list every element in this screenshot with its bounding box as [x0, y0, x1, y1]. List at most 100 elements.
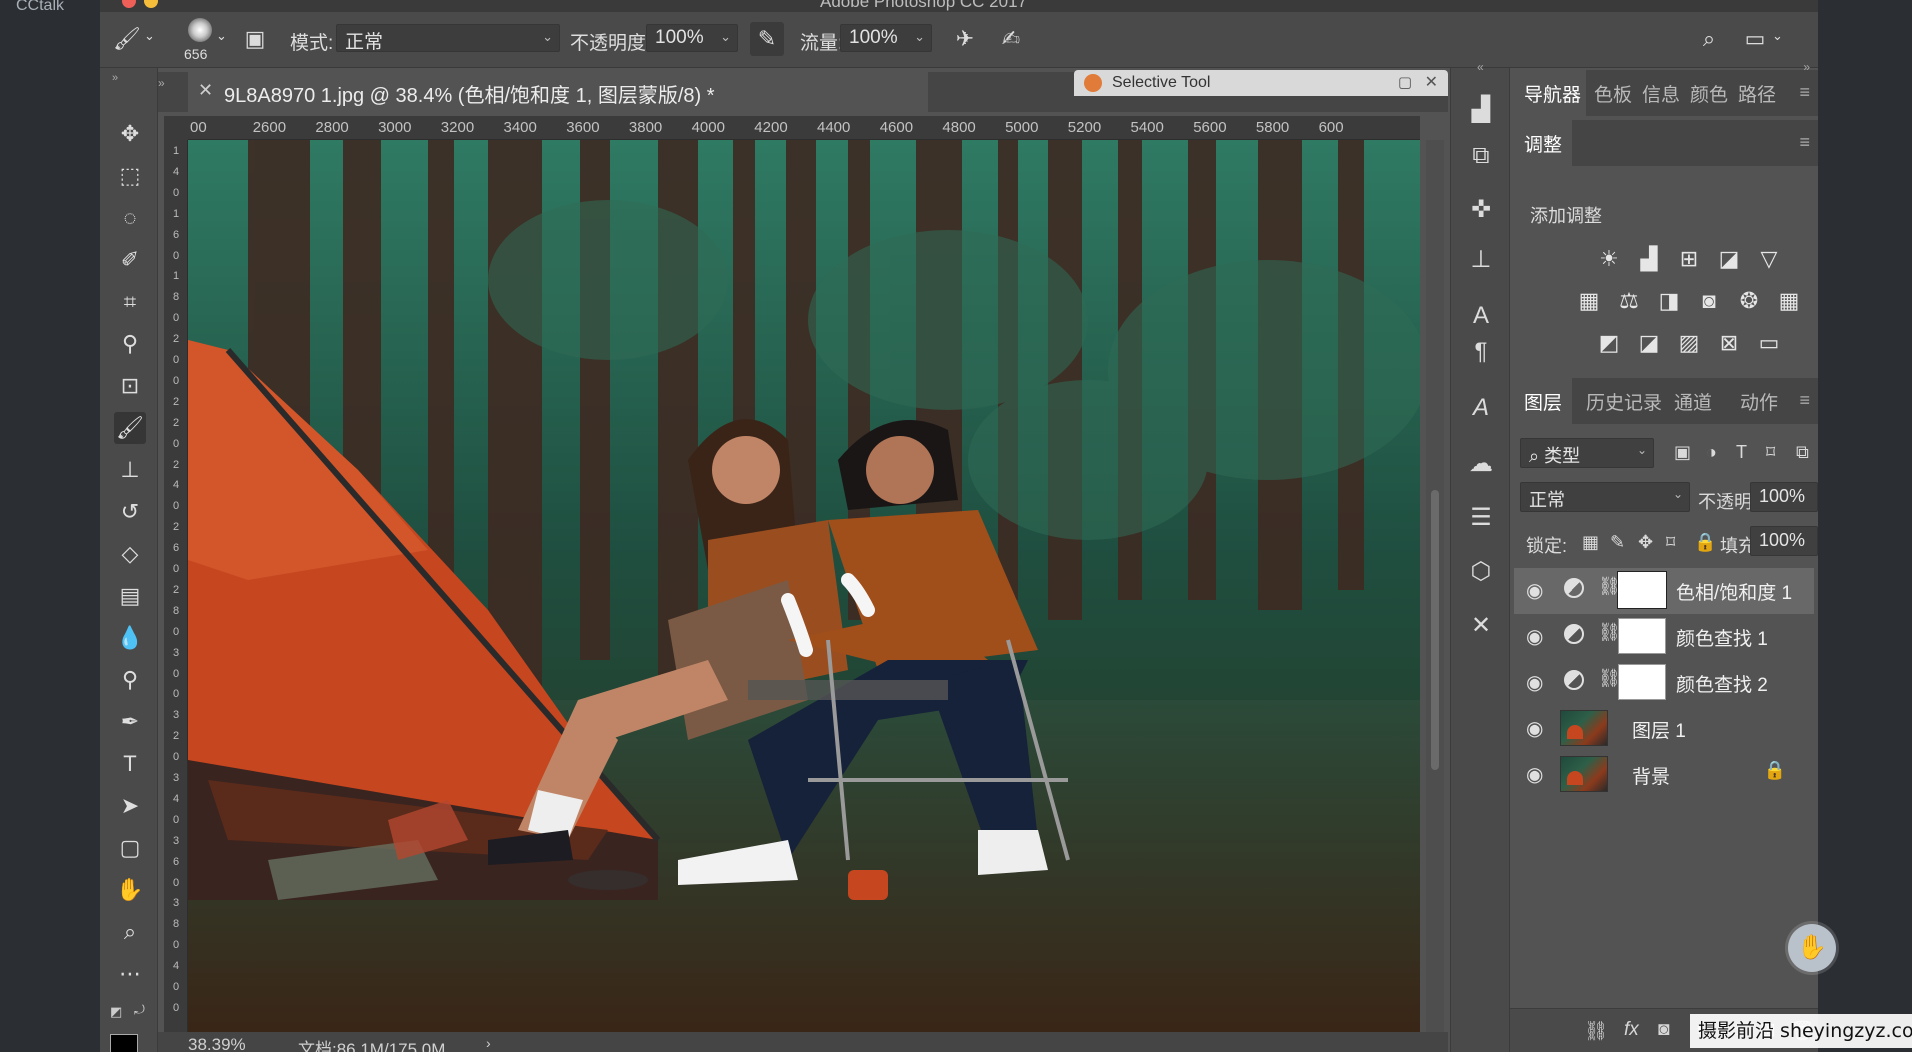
brush-preset-chevron-icon[interactable]: ⌄ [144, 28, 155, 44]
glyphs-panel-icon[interactable]: A [1463, 390, 1499, 426]
scrollbar-thumb[interactable] [1431, 490, 1439, 770]
filter-shape-icon[interactable]: ⌑ [1766, 442, 1775, 463]
gradient-map-adjust-icon[interactable]: ▭ [1754, 328, 1784, 358]
close-document-icon[interactable]: ✕ [198, 80, 213, 101]
zoom-tool-icon[interactable]: ⌕ [114, 916, 146, 948]
filter-pixel-icon[interactable]: ▣ [1674, 442, 1691, 463]
layer-mask-thumbnail[interactable] [1618, 618, 1666, 654]
hand-grab-icon[interactable]: ✋ [1788, 924, 1836, 972]
opacity-field[interactable]: 100% ⌄ [646, 24, 738, 52]
shape-tool-icon[interactable]: ▢ [114, 832, 146, 864]
panel-menu-icon[interactable]: ≡ [1799, 82, 1810, 103]
workspace-chevron-icon[interactable]: ⌄ [1772, 28, 1783, 44]
histogram-panel-icon[interactable]: ▟ [1463, 92, 1499, 128]
marquee-tool-icon[interactable]: ⬚ [114, 160, 146, 192]
brush-preset-icon[interactable]: 🖌 [110, 22, 144, 56]
stamp-tool-icon[interactable]: ⊥ [114, 454, 146, 486]
close-window-button[interactable] [122, 0, 136, 8]
lock-artboard-icon[interactable]: ⌑ [1666, 532, 1675, 553]
visibility-eye-icon[interactable]: ◉ [1526, 716, 1543, 741]
crop-tool-icon[interactable]: ⌗ [114, 286, 146, 318]
dodge-tool-icon[interactable]: ⚲ [114, 664, 146, 696]
layer-thumbnail[interactable] [1560, 756, 1608, 792]
visibility-eye-icon[interactable]: ◉ [1526, 624, 1543, 649]
tab-actions[interactable]: 动作 [1740, 388, 1778, 415]
channel-mixer-adjust-icon[interactable]: ❂ [1734, 286, 1764, 316]
layer-row[interactable]: ◉ ⛓ 颜色查找 1 [1514, 614, 1814, 660]
layer-name[interactable]: 图层 1 [1632, 716, 1686, 743]
filter-smart-object-icon[interactable]: ⧉ [1796, 442, 1809, 463]
strip-collapse-icon[interactable]: « [1477, 60, 1484, 74]
threshold-adjust-icon[interactable]: ▨ [1674, 328, 1704, 358]
panel-menu-icon[interactable]: ≡ [1799, 132, 1810, 153]
panel-close-icon[interactable]: ✕ [1425, 72, 1438, 92]
levels-adjust-icon[interactable]: ▟ [1634, 244, 1664, 274]
lock-pixels-icon[interactable]: ✎ [1610, 532, 1625, 553]
color-balance-adjust-icon[interactable]: ⚖ [1614, 286, 1644, 316]
filter-adjustment-icon[interactable]: ◑ [1706, 442, 1717, 463]
swap-colors-icon[interactable]: ⤾ [134, 1002, 145, 1018]
document-tab[interactable]: ✕ 9L8A8970 1.jpg @ 38.4% (色相/饱和度 1, 图层蒙版… [188, 72, 928, 112]
layer-thumbnail[interactable] [1560, 710, 1608, 746]
brush-settings-panel-icon[interactable]: ⧉ [1463, 138, 1499, 174]
curves-adjust-icon[interactable]: ⊞ [1674, 244, 1704, 274]
status-chevron-icon[interactable]: › [486, 1035, 491, 1051]
tools-panel-icon[interactable]: ✕ [1463, 608, 1499, 644]
quick-select-tool-icon[interactable]: ✐ [114, 244, 146, 276]
move-tool-icon[interactable]: ✥ [114, 118, 146, 150]
brushes-panel-icon[interactable]: ✜ [1463, 192, 1499, 228]
lock-transparent-icon[interactable]: ▦ [1582, 532, 1599, 553]
black-white-adjust-icon[interactable]: ◨ [1654, 286, 1684, 316]
tabbar-collapse-icon[interactable]: » [158, 76, 165, 90]
paragraph-panel-icon[interactable]: ¶ [1463, 334, 1499, 370]
filter-type-icon[interactable]: T [1736, 442, 1747, 463]
foreground-color-swatch[interactable] [110, 1034, 138, 1052]
fill-field[interactable]: 100% [1750, 526, 1818, 556]
selective-color-adjust-icon[interactable]: ⊠ [1714, 328, 1744, 358]
eyedropper-tool-icon[interactable]: ⚲ [114, 328, 146, 360]
clone-source-panel-icon[interactable]: ⊥ [1463, 242, 1499, 278]
layer-mask-thumbnail[interactable] [1617, 571, 1667, 609]
layer-filter-kind-select[interactable]: ⌕ 类型 ⌄ [1520, 438, 1654, 468]
posterize-adjust-icon[interactable]: ◪ [1634, 328, 1664, 358]
color-lookup-adjust-icon[interactable]: ▦ [1774, 286, 1804, 316]
flow-field[interactable]: 100% ⌄ [840, 24, 932, 52]
mode-select[interactable]: 正常 ⌄ [336, 24, 560, 53]
3d-panel-icon[interactable]: ⬡ [1463, 554, 1499, 590]
type-tool-icon[interactable]: T [114, 748, 146, 780]
character-panel-icon[interactable]: A [1463, 298, 1499, 334]
layer-name[interactable]: 色相/饱和度 1 [1676, 578, 1792, 605]
brush-size-chevron-icon[interactable]: ⌄ [216, 28, 227, 44]
brush-panel-icon[interactable]: ▣ [238, 22, 272, 56]
gradient-tool-icon[interactable]: ▤ [114, 580, 146, 612]
document-info[interactable]: 文档:86.1M/175.0M [298, 1035, 445, 1052]
lock-all-icon[interactable]: 🔒 [1694, 532, 1716, 553]
layer-row[interactable]: ◉ ⛓ 颜色查找 2 [1514, 660, 1814, 706]
hand-tool-icon[interactable]: ✋ [114, 874, 146, 906]
airbrush-icon[interactable]: ✈ [948, 22, 982, 56]
tab-layers[interactable]: 图层 [1524, 388, 1562, 415]
layer-style-button[interactable]: fx [1624, 1019, 1639, 1041]
frame-tool-icon[interactable]: ⊡ [114, 370, 146, 402]
visibility-eye-icon[interactable]: ◉ [1526, 578, 1543, 603]
path-select-tool-icon[interactable]: ➤ [114, 790, 146, 822]
search-icon[interactable]: ⌕ [1692, 22, 1726, 56]
tab-swatches[interactable]: 色板 [1594, 80, 1632, 107]
workspace-icon[interactable]: ▭ [1738, 22, 1772, 56]
layer-name[interactable]: 颜色查找 2 [1676, 670, 1768, 697]
invert-adjust-icon[interactable]: ◩ [1594, 328, 1624, 358]
layer-row[interactable]: ◉ ⛓ 色相/饱和度 1 [1514, 568, 1814, 614]
brightness-adjust-icon[interactable]: ☀ [1594, 244, 1624, 274]
history-brush-tool-icon[interactable]: ↺ [114, 496, 146, 528]
lasso-tool-icon[interactable]: ◌ [114, 202, 146, 234]
libraries-panel-icon[interactable]: ☁ [1463, 446, 1499, 482]
vibrance-adjust-icon[interactable]: ▽ [1754, 244, 1784, 274]
tab-paths[interactable]: 路径 [1738, 80, 1776, 107]
lock-position-icon[interactable]: ✥ [1638, 532, 1653, 553]
panel-maximize-icon[interactable]: ▢ [1398, 73, 1412, 91]
toolbox-collapse-icon[interactable]: » [112, 72, 118, 84]
layer-mask-thumbnail[interactable] [1618, 664, 1666, 700]
zoom-level[interactable]: 38.39% [188, 1035, 246, 1052]
selective-tool-panel[interactable]: Selective Tool ▢ ✕ [1074, 70, 1448, 96]
canvas-vertical-scrollbar[interactable] [1426, 140, 1444, 1032]
